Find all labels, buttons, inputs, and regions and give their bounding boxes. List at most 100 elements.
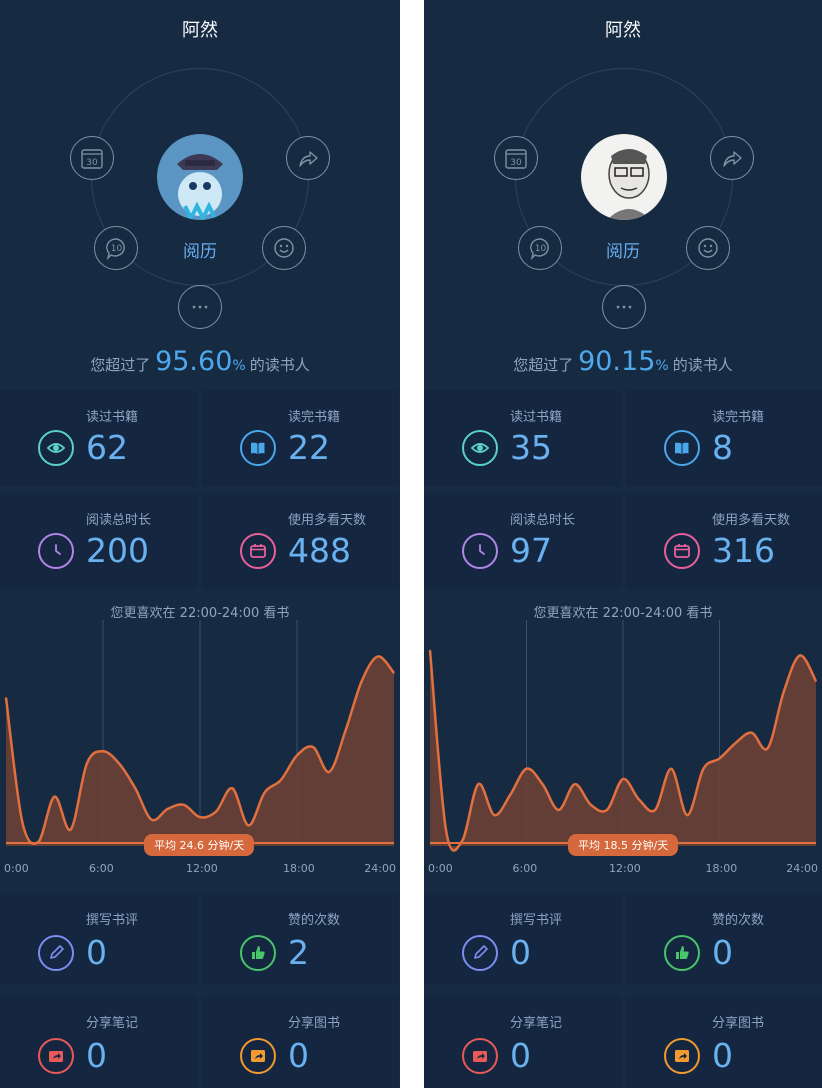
stat-tile[interactable]: 读过书籍 35 — [424, 390, 621, 486]
tile-label: 阅读总时长 — [510, 513, 576, 528]
share-arrow-icon — [299, 151, 318, 167]
social-tile[interactable]: 赞的次数 0 — [626, 893, 822, 985]
more-dots-icon — [616, 305, 632, 309]
calendar-button[interactable]: 30 — [70, 136, 114, 180]
data-point — [815, 680, 817, 682]
more-button[interactable] — [178, 285, 222, 329]
more-dots-icon — [192, 305, 208, 309]
exceed-line: 您超过了 95.60% 的读书人 — [0, 346, 400, 377]
data-point — [5, 697, 7, 699]
tile-label: 使用多看天数 — [288, 513, 367, 528]
x-tick-label: 6:00 — [89, 862, 114, 875]
data-point — [296, 754, 298, 756]
data-point — [429, 649, 431, 651]
data-point — [134, 787, 136, 789]
data-point — [718, 757, 721, 760]
pencil-icon — [462, 935, 498, 971]
social-tile[interactable]: 分享笔记 0 — [424, 996, 621, 1088]
tile-label: 使用多看天数 — [712, 513, 791, 528]
data-point — [167, 808, 169, 810]
tile-label: 读过书籍 — [86, 410, 139, 425]
data-point — [574, 783, 576, 785]
thumbs-up-icon — [664, 935, 700, 971]
data-point — [150, 819, 153, 821]
average-badge: 平均 24.6 分钟/天 — [144, 834, 255, 856]
book-icon — [664, 430, 700, 466]
data-point — [312, 746, 314, 748]
share-button[interactable] — [710, 136, 754, 180]
data-point — [377, 655, 379, 658]
data-point — [461, 840, 463, 842]
calendar-icon — [664, 533, 700, 569]
x-tick-label: 18:00 — [283, 862, 315, 875]
stat-tile[interactable]: 读完书籍 22 — [202, 390, 399, 486]
tile-value: 0 — [712, 933, 733, 972]
data-point — [493, 814, 495, 816]
stat-tile[interactable]: 读完书籍 8 — [626, 390, 822, 486]
average-badge: 平均 18.5 分钟/天 — [568, 834, 679, 856]
exceed-prefix: 您超过了 — [90, 356, 151, 374]
data-point — [183, 804, 185, 806]
calendar-icon — [240, 533, 276, 569]
data-point — [767, 747, 769, 749]
data-point — [102, 750, 104, 752]
data-point — [734, 742, 737, 744]
exceed-percent: 95.60 — [155, 346, 233, 377]
data-point — [199, 816, 201, 818]
tile-label: 分享笔记 — [510, 1016, 563, 1031]
social-tile[interactable]: 赞的次数 2 — [202, 893, 399, 985]
social-tile[interactable]: 分享图书 0 — [626, 996, 822, 1088]
data-point — [118, 763, 120, 765]
data-point — [70, 828, 72, 831]
reading-label: 阅历 — [183, 242, 217, 262]
data-point — [799, 654, 801, 657]
tile-label: 读完书籍 — [288, 410, 341, 425]
stat-tile[interactable]: 使用多看天数 488 — [202, 493, 399, 589]
tile-value: 0 — [86, 1036, 107, 1075]
social-tile[interactable]: 分享笔记 0 — [0, 996, 197, 1088]
tile-label: 阅读总时长 — [86, 513, 152, 528]
stat-tile[interactable]: 读过书籍 62 — [0, 390, 197, 486]
exceed-percent-sign: % — [655, 358, 669, 374]
data-point — [509, 793, 512, 796]
tile-value: 0 — [510, 1036, 531, 1075]
x-tick-label: 0:00 — [4, 862, 29, 875]
data-point — [231, 787, 233, 789]
data-point — [686, 814, 688, 816]
data-point — [622, 778, 624, 780]
data-point — [751, 732, 753, 734]
tile-value: 35 — [510, 428, 552, 467]
tile-value: 488 — [288, 531, 351, 570]
eye-icon — [462, 430, 498, 466]
data-point — [654, 809, 656, 811]
avatar[interactable] — [581, 134, 667, 220]
more-button[interactable] — [602, 285, 646, 329]
social-tile[interactable]: 分享图书 0 — [202, 996, 399, 1088]
tile-label: 分享图书 — [288, 1016, 341, 1031]
tile-label: 赞的次数 — [712, 913, 765, 928]
avatar[interactable] — [157, 134, 243, 220]
tile-value: 0 — [86, 933, 107, 972]
calendar-button[interactable]: 30 — [494, 136, 538, 180]
share-button[interactable] — [286, 136, 330, 180]
stat-tile[interactable]: 阅读总时长 97 — [424, 493, 621, 589]
data-point — [670, 768, 672, 770]
data-point — [86, 763, 88, 765]
data-point — [53, 795, 56, 798]
social-tile[interactable]: 撰写书评 0 — [424, 893, 621, 985]
stat-tile[interactable]: 阅读总时长 200 — [0, 493, 197, 589]
tile-label: 分享笔记 — [86, 1016, 139, 1031]
data-point — [558, 809, 560, 811]
data-point — [445, 829, 447, 832]
data-point — [247, 824, 250, 826]
reading-label: 阅历 — [606, 242, 640, 262]
stats-panel: 阿然 30 10 阅历 您超过了 90.15% 的读书人 您更喜欢在 22:00-… — [424, 0, 822, 1088]
data-point — [541, 783, 544, 785]
social-tile[interactable]: 撰写书评 0 — [0, 893, 197, 985]
tile-value: 0 — [288, 1036, 309, 1075]
pencil-icon — [38, 935, 74, 971]
stat-tile[interactable]: 使用多看天数 316 — [626, 493, 822, 589]
x-tick-label: 12:00 — [609, 862, 641, 875]
tile-label: 赞的次数 — [288, 913, 341, 928]
share-note-icon — [462, 1038, 498, 1074]
